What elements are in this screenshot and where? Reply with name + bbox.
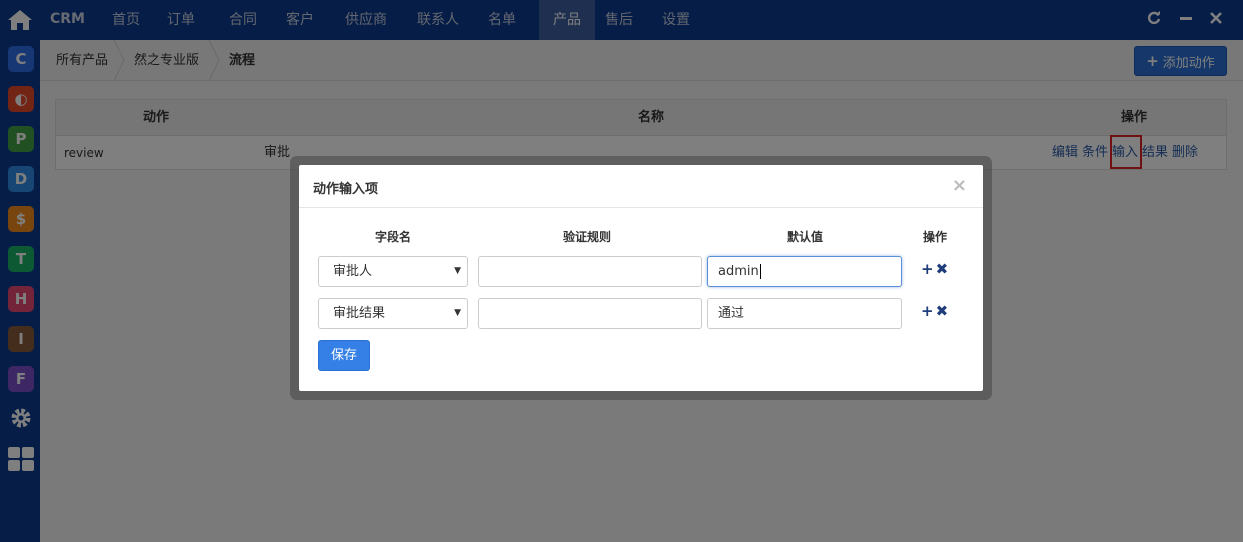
- default-value-input[interactable]: admin: [707, 256, 902, 287]
- column-header-field: 字段名: [375, 230, 412, 244]
- rule-input[interactable]: [478, 256, 702, 287]
- rule-input[interactable]: [478, 298, 702, 329]
- dialog-title: 动作输入项: [313, 182, 379, 197]
- field-select[interactable]: 审批人 ▼: [318, 256, 468, 287]
- row-ops: + ✖: [921, 302, 951, 322]
- column-header-ops: 操作: [923, 230, 948, 244]
- remove-row-icon[interactable]: ✖: [936, 260, 949, 278]
- default-value-text: admin: [718, 264, 759, 279]
- text-cursor: [759, 264, 761, 279]
- save-button[interactable]: 保存: [318, 340, 370, 371]
- action-input-dialog: 动作输入项 × 字段名 验证规则 默认值 操作 审批人 ▼ admin + ✖ 审…: [299, 165, 983, 391]
- column-header-default: 默认值: [787, 230, 824, 244]
- default-value-input[interactable]: 通过: [707, 298, 902, 329]
- add-row-icon[interactable]: +: [921, 260, 934, 278]
- dropdown-arrow-icon: ▼: [454, 308, 461, 318]
- field-select[interactable]: 审批结果 ▼: [318, 298, 468, 329]
- row-ops: + ✖: [921, 260, 951, 280]
- add-row-icon[interactable]: +: [921, 302, 934, 320]
- dialog-close-icon[interactable]: ×: [952, 175, 967, 196]
- remove-row-icon[interactable]: ✖: [936, 302, 949, 320]
- dialog-header: 动作输入项 ×: [299, 165, 983, 208]
- field-select-value: 审批人: [333, 264, 373, 279]
- column-header-rule: 验证规则: [563, 230, 612, 244]
- dropdown-arrow-icon: ▼: [454, 266, 461, 276]
- field-select-value: 审批结果: [333, 306, 386, 321]
